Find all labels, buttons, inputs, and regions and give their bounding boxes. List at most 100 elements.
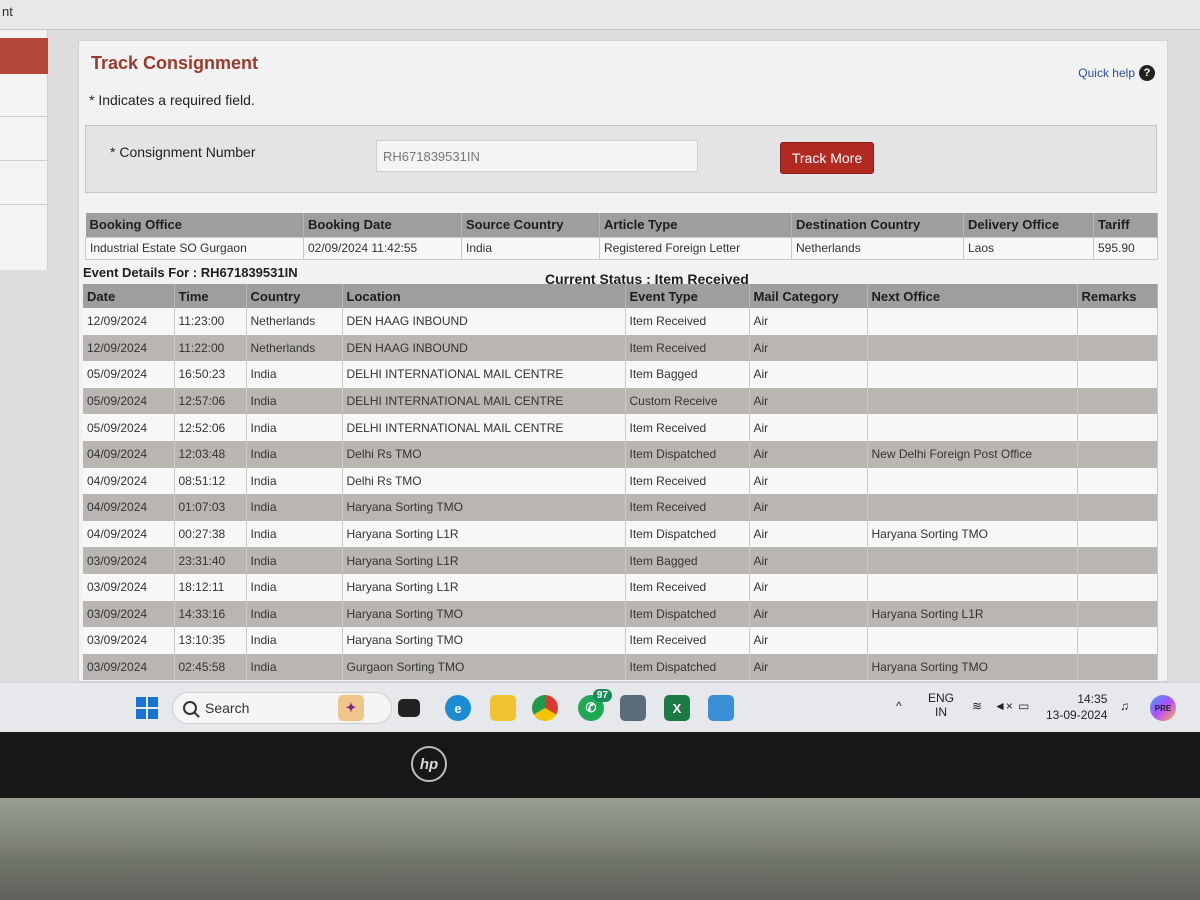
event-cell [1077, 573, 1158, 601]
event-cell: Haryana Sorting TMO [867, 520, 1078, 548]
event-cell: Netherlands [246, 308, 343, 335]
edge-browser-icon[interactable]: e [445, 695, 471, 721]
required-note: * Indicates a required field. [89, 92, 255, 108]
excel-icon[interactable]: X [664, 695, 690, 721]
taskbar-clock[interactable]: 14:35 13-09-2024 [1046, 691, 1107, 723]
event-cell: 02:45:58 [174, 653, 247, 681]
language-top: ENG [928, 691, 955, 705]
widgets-icon[interactable]: ✦ [338, 695, 364, 721]
booking-table: Booking Office Booking Date Source Country… [85, 213, 1158, 260]
event-cell: Haryana Sorting L1R [867, 600, 1078, 628]
language-indicator[interactable]: ENG IN [928, 691, 954, 719]
notepad-icon[interactable] [708, 695, 734, 721]
event-cell: 12/09/2024 [83, 334, 175, 362]
booking-header-cell: Delivery Office [963, 213, 1094, 237]
event-cell [1077, 387, 1158, 415]
windows-start-icon[interactable] [136, 697, 158, 719]
event-cell: DEN HAAG INBOUND [342, 308, 626, 335]
event-cell [867, 467, 1078, 495]
calculator-icon[interactable] [620, 695, 646, 721]
battery-icon[interactable]: ▭ [1018, 699, 1029, 713]
quick-help-label[interactable]: Quick help [1078, 66, 1135, 80]
event-cell: Air [749, 467, 868, 495]
event-body: 12/09/2024 11:23:00 Netherlands DEN HAAG IN… [83, 308, 1158, 681]
event-cell: Custom Receive [625, 387, 750, 415]
event-cell: India [246, 573, 343, 601]
event-cell [867, 308, 1078, 335]
browser-top-bar: nt [0, 0, 1200, 30]
event-cell: 08:51:12 [174, 467, 247, 495]
event-cell: 05/09/2024 [83, 361, 175, 388]
event-cell: India [246, 387, 343, 415]
notification-bell-icon[interactable]: ♫ [1120, 699, 1129, 713]
event-cell: Delhi Rs TMO [342, 440, 626, 468]
event-cell: India [246, 627, 343, 654]
wifi-icon[interactable]: ≋ [972, 699, 982, 713]
event-cell: Haryana Sorting L1R [342, 573, 626, 601]
booking-value-cell: Industrial Estate SO Gurgaon [85, 236, 304, 260]
quick-help-link[interactable]: Quick help ? [1078, 65, 1155, 81]
event-cell: 13:10:35 [174, 627, 247, 654]
task-view-icon[interactable] [398, 699, 420, 717]
event-cell: Item Bagged [625, 547, 750, 574]
table-row: 04/09/2024 00:27:38 India Haryana Sorting L… [83, 520, 1158, 548]
booking-header-cell: Tariff [1093, 213, 1158, 237]
event-cell [867, 627, 1078, 654]
booking-header-row: Booking Office Booking Date Source Country… [85, 213, 1158, 237]
event-cell: Air [749, 308, 868, 335]
language-bottom: IN [935, 705, 947, 719]
event-cell: Item Dispatched [625, 520, 750, 548]
event-header-cell: Event Type [625, 284, 750, 308]
table-row: 05/09/2024 12:57:06 India DELHI INTERNATION… [83, 387, 1158, 415]
event-cell: Haryana Sorting TMO [342, 494, 626, 521]
event-cell: Netherlands [246, 334, 343, 362]
event-cell: India [246, 414, 343, 441]
left-nav-active-item[interactable] [0, 38, 48, 74]
tray-overflow-icon[interactable]: ^ [896, 699, 902, 713]
event-cell: India [246, 547, 343, 574]
event-cell [867, 573, 1078, 601]
tab-title-fragment[interactable]: nt [2, 4, 13, 19]
event-cell: Item Dispatched [625, 440, 750, 468]
whatsapp-icon[interactable]: ✆ 97 [578, 689, 612, 721]
event-cell: 03/09/2024 [83, 547, 175, 574]
event-cell [867, 334, 1078, 362]
event-cell [1077, 440, 1158, 468]
event-cell: Haryana Sorting L1R [342, 520, 626, 548]
booking-value-cell: Registered Foreign Letter [599, 236, 792, 260]
chrome-icon[interactable] [532, 695, 558, 721]
event-cell: 11:23:00 [174, 308, 247, 335]
event-cell [867, 494, 1078, 521]
table-row: 04/09/2024 01:07:03 India Haryana Sorting T… [83, 494, 1158, 521]
track-more-button[interactable]: Track More [780, 142, 874, 174]
event-cell: 03/09/2024 [83, 627, 175, 654]
event-cell: Item Received [625, 467, 750, 495]
file-explorer-icon[interactable] [490, 695, 516, 721]
event-table: Date Time Country Location Event Type Mail Ca… [83, 284, 1158, 681]
booking-header-cell: Article Type [599, 213, 792, 237]
volume-muted-icon[interactable]: ◄× [994, 699, 1013, 713]
event-details-for: Event Details For : RH671839531IN [83, 265, 298, 280]
table-row: 04/09/2024 12:03:48 India Delhi Rs TMO Item … [83, 440, 1158, 468]
help-icon[interactable]: ? [1139, 65, 1155, 81]
event-cell [1077, 467, 1158, 495]
event-header-cell: Country [246, 284, 343, 308]
consignment-input[interactable] [376, 140, 698, 172]
event-cell: 03/09/2024 [83, 600, 175, 628]
hp-logo: hp [411, 746, 447, 782]
event-cell: Air [749, 600, 868, 628]
event-cell [1077, 334, 1158, 362]
laptop-hinge [0, 798, 1200, 854]
event-cell [1077, 653, 1158, 681]
event-cell: Air [749, 573, 868, 601]
copilot-icon[interactable]: PRE [1150, 695, 1176, 721]
event-header-cell: Remarks [1077, 284, 1158, 308]
event-cell: 05/09/2024 [83, 414, 175, 441]
event-cell: Air [749, 547, 868, 574]
event-cell: Haryana Sorting TMO [867, 653, 1078, 681]
table-row: 12/09/2024 11:22:00 Netherlands DEN HAAG IN… [83, 334, 1158, 362]
whatsapp-badge: 97 [592, 689, 612, 702]
table-row: 12/09/2024 11:23:00 Netherlands DEN HAAG IN… [83, 308, 1158, 335]
event-cell: 16:50:23 [174, 361, 247, 388]
left-nav-divider [0, 160, 48, 161]
